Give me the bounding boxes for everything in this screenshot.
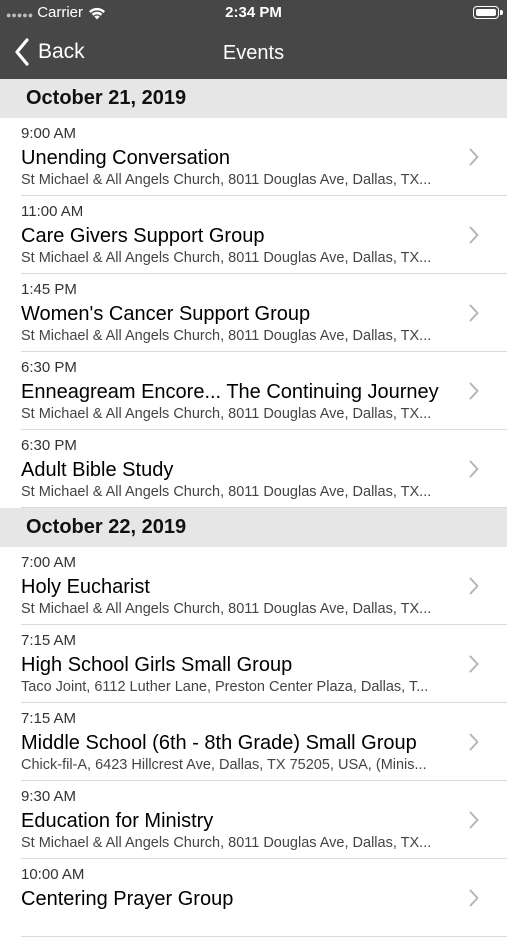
event-row[interactable]: 11:00 AM Care Givers Support Group St Mich… <box>0 196 507 274</box>
event-location: St Michael & All Angels Church, 8011 Dou… <box>21 484 432 500</box>
chevron-right-icon <box>469 577 479 595</box>
event-title: Women's Cancer Support Group <box>21 303 311 325</box>
event-location: St Michael & All Angels Church, 8011 Dou… <box>21 328 432 344</box>
event-time: 1:45 PM <box>21 281 77 298</box>
event-row[interactable]: 9:30 AM Education for Ministry St Michael … <box>0 781 507 859</box>
chevron-right-icon <box>469 733 479 751</box>
events-list[interactable]: October 21, 2019 9:00 AM Unending Conversa… <box>0 79 507 937</box>
event-location: Taco Joint, 6112 Luther Lane, Preston Ce… <box>21 679 429 695</box>
event-title: Middle School (6th - 8th Grade) Small Gr… <box>21 732 417 754</box>
event-time: 7:00 AM <box>21 554 77 571</box>
status-time: 2:34 PM <box>225 4 282 21</box>
chevron-right-icon <box>469 889 479 907</box>
battery-icon <box>473 6 503 19</box>
chevron-right-icon <box>469 655 479 673</box>
event-title: Unending Conversation <box>21 147 231 169</box>
event-row[interactable]: 1:45 PM Women's Cancer Support Group St Mi… <box>0 274 507 352</box>
chevron-right-icon <box>469 460 479 478</box>
event-row[interactable]: 10:00 AM Centering Prayer Group <box>0 859 507 937</box>
page-title: Events <box>222 42 285 64</box>
event-time: 10:00 AM <box>21 866 85 883</box>
event-row[interactable]: 6:30 PM Adult Bible Study St Michael & All… <box>0 430 507 508</box>
chevron-right-icon <box>469 382 479 400</box>
section-header-date: October 21, 2019 <box>0 79 507 118</box>
event-time: 9:00 AM <box>21 125 77 142</box>
event-location: Chick-fil-A, 6423 Hillcrest Ave, Dallas,… <box>21 757 427 773</box>
chevron-right-icon <box>469 304 479 322</box>
chevron-right-icon <box>469 811 479 829</box>
event-title: Education for Ministry <box>21 810 214 832</box>
event-time: 7:15 AM <box>21 632 77 649</box>
event-title: Adult Bible Study <box>21 459 174 481</box>
chevron-right-icon <box>469 226 479 244</box>
event-time: 6:30 PM <box>21 359 77 376</box>
event-location: St Michael & All Angels Church, 8011 Dou… <box>21 250 432 266</box>
event-time: 6:30 PM <box>21 437 77 454</box>
event-title: Holy Eucharist <box>21 576 150 598</box>
event-title: Enneagream Encore... The Continuing Jour… <box>21 381 439 403</box>
event-row[interactable]: 7:15 AM High School Girls Small Group Taco… <box>0 625 507 703</box>
event-row[interactable]: 7:15 AM Middle School (6th - 8th Grade) S… <box>0 703 507 781</box>
section-header-date: October 22, 2019 <box>0 508 507 547</box>
chevron-right-icon <box>469 148 479 166</box>
event-time: 9:30 AM <box>21 788 77 805</box>
event-title: High School Girls Small Group <box>21 654 293 676</box>
event-location: St Michael & All Angels Church, 8011 Dou… <box>21 172 432 188</box>
event-location: St Michael & All Angels Church, 8011 Dou… <box>21 406 432 422</box>
navigation-bar: ●●●●● Carrier 2:34 PM Back Events <box>0 0 507 79</box>
event-time: 7:15 AM <box>21 710 77 727</box>
event-title: Care Givers Support Group <box>21 225 265 247</box>
event-location: St Michael & All Angels Church, 8011 Dou… <box>21 601 432 617</box>
event-row[interactable]: 9:00 AM Unending Conversation St Michael &… <box>0 118 507 196</box>
row-separator <box>21 507 507 508</box>
status-bar: ●●●●● Carrier 2:34 PM <box>0 0 507 26</box>
event-row[interactable]: 7:00 AM Holy Eucharist St Michael & All An… <box>0 547 507 625</box>
event-time: 11:00 AM <box>21 203 84 220</box>
event-row[interactable]: 6:30 PM Enneagream Encore... The Continui… <box>0 352 507 430</box>
event-location: St Michael & All Angels Church, 8011 Dou… <box>21 835 432 851</box>
